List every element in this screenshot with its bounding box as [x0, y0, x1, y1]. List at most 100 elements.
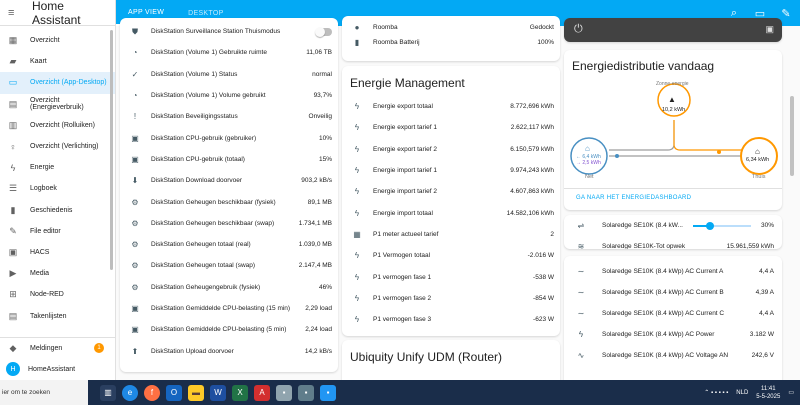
language-indicator[interactable]: NLD — [736, 390, 748, 396]
sidebar-item[interactable]: ☰ Logboek — [0, 178, 115, 199]
solaredge-row[interactable]: ∼ Solaredge SE10K (8.4 kWp) AC Current A 4… — [564, 261, 782, 282]
outlook-icon[interactable]: O — [166, 384, 182, 401]
upload-icon: ⬆ — [131, 346, 139, 356]
entity-value: 1.734,1 MB — [298, 219, 332, 227]
diskstation-row[interactable]: ◔ DiskStation (Volume 1) Gebruikte ruimte… — [120, 42, 338, 63]
sidebar-item-meldingen[interactable]: ◆ Meldingen 1 — [0, 338, 115, 359]
sidebar-item[interactable]: ♀ Overzicht (Verlichting) — [0, 136, 115, 157]
slider-knob[interactable] — [706, 221, 715, 230]
lightning-icon: ϟ — [354, 208, 360, 218]
sidebar-item[interactable]: ▤ Overzicht (Energieverbruik) — [0, 94, 115, 115]
solar-power-icon: ≋ — [577, 242, 585, 249]
diskstation-row[interactable]: ⚙ DiskStation Geheugengebruik (fysiek) 46% — [120, 277, 338, 298]
task-view-icon[interactable]: ▥ — [100, 384, 116, 401]
entity-name: Energie import tarief 2 — [373, 188, 437, 196]
energie-row[interactable]: ϟ Energie export tarief 2 6.150,579 kWh — [342, 139, 560, 160]
solaredge-row[interactable]: ∼ Solaredge SE10K (8.4 kWp) AC Current C 4… — [564, 303, 782, 324]
sine-wave-icon: ∿ — [577, 351, 585, 360]
download-icon: ⬇ — [131, 176, 139, 186]
diskstation-row[interactable]: ▣ DiskStation CPU-gebruik (gebruiker) 10% — [120, 127, 338, 148]
app-icon[interactable]: ▪ — [276, 384, 292, 401]
sidebar-item[interactable]: ▦ Overzicht — [0, 30, 115, 51]
sidebar-item-label: Node-RED — [30, 291, 64, 299]
app-icon[interactable]: ▪ — [320, 384, 336, 401]
menu-icon[interactable]: ≡ — [8, 7, 20, 18]
sidebar-bottom: ◆ Meldingen 1 H HomeAssistant — [0, 336, 115, 380]
energie-row[interactable]: ϟ P1 vermogen fase 3 -623 W — [342, 309, 560, 330]
entity-name: P1 vermogen fase 2 — [373, 294, 432, 302]
taskbar-search[interactable]: ier om te zoeken — [0, 380, 88, 405]
entity-value: -538 W — [533, 273, 554, 281]
tray-icons[interactable]: ⌃ ▪ ▪ ▪ ▪ ▪ — [704, 389, 728, 396]
solaredge-row[interactable]: ϟ Solaredge SE10K (8.4 kWp) AC Power 3.182… — [564, 324, 782, 345]
diskstation-row[interactable]: ⚙ DiskStation Geheugen beschikbaar (swap)… — [120, 213, 338, 234]
excel-icon[interactable]: X — [232, 384, 248, 401]
solaredge-row[interactable]: ∼ Solaredge SE10K (8.4 kWp) AC Current B 4… — [564, 282, 782, 303]
main-scrollbar[interactable] — [790, 96, 794, 176]
thuismodus-toggle[interactable] — [315, 26, 332, 37]
diskstation-row[interactable]: ✓ DiskStation (Volume 1) Status normal — [120, 64, 338, 85]
card-title: Energie Management — [350, 76, 465, 90]
sidebar-items: ▦ Overzicht ▰ Kaart ▭ Overzicht (App-Desktop)… — [0, 26, 115, 327]
sidebar-item-user[interactable]: H HomeAssistant — [0, 359, 115, 380]
app-title: Home Assistant — [31, 0, 81, 27]
energie-row[interactable]: ϟ P1 vermogen fase 2 -854 W — [342, 288, 560, 309]
cast-icon[interactable]: ▣ — [765, 24, 774, 35]
firefox-icon[interactable]: f — [144, 384, 160, 401]
diskstation-row[interactable]: ⚙ DiskStation Geheugen beschikbaar (fysie… — [120, 191, 338, 212]
energie-row[interactable]: ϟ P1 vermogen fase 1 -538 W — [342, 266, 560, 287]
chart-icon: ▮ — [10, 204, 16, 215]
sidebar-item[interactable]: ▤ Takenlijsten — [0, 305, 115, 326]
app-icon[interactable]: ▪ — [298, 384, 314, 401]
energie-row[interactable]: ϟ P1 Vermogen totaal -2.016 W — [342, 245, 560, 266]
hacs-icon: ▣ — [8, 246, 18, 257]
energie-row[interactable]: ▦ P1 meter actueel tarief 2 — [342, 224, 560, 245]
edge-icon[interactable]: e — [122, 384, 138, 401]
energie-row[interactable]: ϟ Energie import tarief 1 9.974,243 kWh — [342, 160, 560, 181]
shield-icon: ⛊ — [132, 26, 138, 36]
energie-row[interactable]: ϟ Energie export tarief 1 2.622,117 kWh — [342, 117, 560, 138]
notification-center-icon[interactable]: ▭ — [788, 389, 794, 396]
roomba-row[interactable]: ▮ Roomba Batterij 100% — [342, 35, 560, 50]
solaredge-row[interactable]: ∿ Solaredge SE10K (8.4 kWp) AC Voltage AN… — [564, 345, 782, 366]
sidebar-item-label: Kaart — [30, 58, 47, 66]
entity-value: -2.016 W — [527, 252, 554, 260]
entity-value: 2,29 load — [305, 305, 332, 312]
diskstation-row[interactable]: ▣ DiskStation CPU-gebruik (totaal) 15% — [120, 149, 338, 170]
energie-row[interactable]: ϟ Energie export totaal 8.772,696 kWh — [342, 96, 560, 117]
sidebar-item[interactable]: ✎ File editor — [0, 221, 115, 242]
diskstation-row[interactable]: ⚙ DiskStation Geheugen totaal (real) 1.039… — [120, 234, 338, 255]
sidebar-scrollbar[interactable] — [110, 30, 113, 270]
sidebar-item[interactable]: ▶ Media — [0, 263, 115, 284]
bell-icon: ◆ — [9, 342, 17, 353]
sidebar-item[interactable]: ▥ Overzicht (Rolluiken) — [0, 115, 115, 136]
sidebar-item-label: Meldingen — [30, 344, 63, 352]
energie-row[interactable]: ϟ Energie import totaal 14.582,106 kWh — [342, 202, 560, 223]
sidebar-item[interactable]: ϟ Energie — [0, 157, 115, 178]
sidebar-item-label: HomeAssistant — [28, 365, 76, 373]
energy-dashboard-link[interactable]: GA NAAR HET ENERGIEDASHBOARD — [576, 195, 691, 201]
sidebar-item[interactable]: ▰ Kaart — [0, 51, 115, 72]
sidebar-item[interactable]: ▭ Overzicht (App-Desktop) — [0, 72, 115, 94]
pencil-icon[interactable]: ✎ — [780, 7, 792, 20]
diskstation-row[interactable]: ⬆ DiskStation Upload doorvoer 14,2 kB/s — [120, 340, 338, 361]
diskstation-row[interactable]: ▣ DiskStation Gemiddelde CPU-belasting (1… — [120, 298, 338, 319]
limit-slider[interactable] — [692, 221, 751, 230]
diskstation-row[interactable]: ! DiskStation Beveiligingsstatus Onveilig — [120, 106, 338, 127]
explorer-icon[interactable]: ▬ — [188, 384, 204, 401]
power-icon[interactable]: ⏻ — [574, 23, 583, 36]
word-icon[interactable]: W — [210, 384, 226, 401]
sidebar-item[interactable]: ⊞ Node-RED — [0, 284, 115, 305]
acrobat-icon[interactable]: A — [254, 384, 270, 401]
diskstation-row[interactable]: ⚙ DiskStation Geheugen totaal (swap) 2.147… — [120, 255, 338, 276]
diskstation-row[interactable]: ⬇ DiskStation Download doorvoer 903,2 kB/s — [120, 170, 338, 191]
roomba-row[interactable]: ● Roomba Gedockt — [342, 20, 560, 35]
diskstation-row[interactable]: ◔ DiskStation (Volume 1) Volume gebruikt 9… — [120, 85, 338, 106]
diskstation-row[interactable]: ▣ DiskStation Gemiddelde CPU-belasting (5… — [120, 319, 338, 340]
energie-row[interactable]: ϟ Energie import tarief 2 4.607,863 kWh — [342, 181, 560, 202]
solaredge-row[interactable]: ≋ Solaredge SE10K-Tot opwek 15.961,559 kWh — [564, 236, 782, 249]
clock[interactable]: 11:41 5-5-2025 — [756, 385, 780, 401]
diskstation-row[interactable]: ⛊ DiskStation Surveillance Station Thuism… — [120, 21, 338, 42]
sidebar-item[interactable]: ▣ HACS — [0, 242, 115, 263]
sidebar-item[interactable]: ▮ Geschiedenis — [0, 200, 115, 221]
